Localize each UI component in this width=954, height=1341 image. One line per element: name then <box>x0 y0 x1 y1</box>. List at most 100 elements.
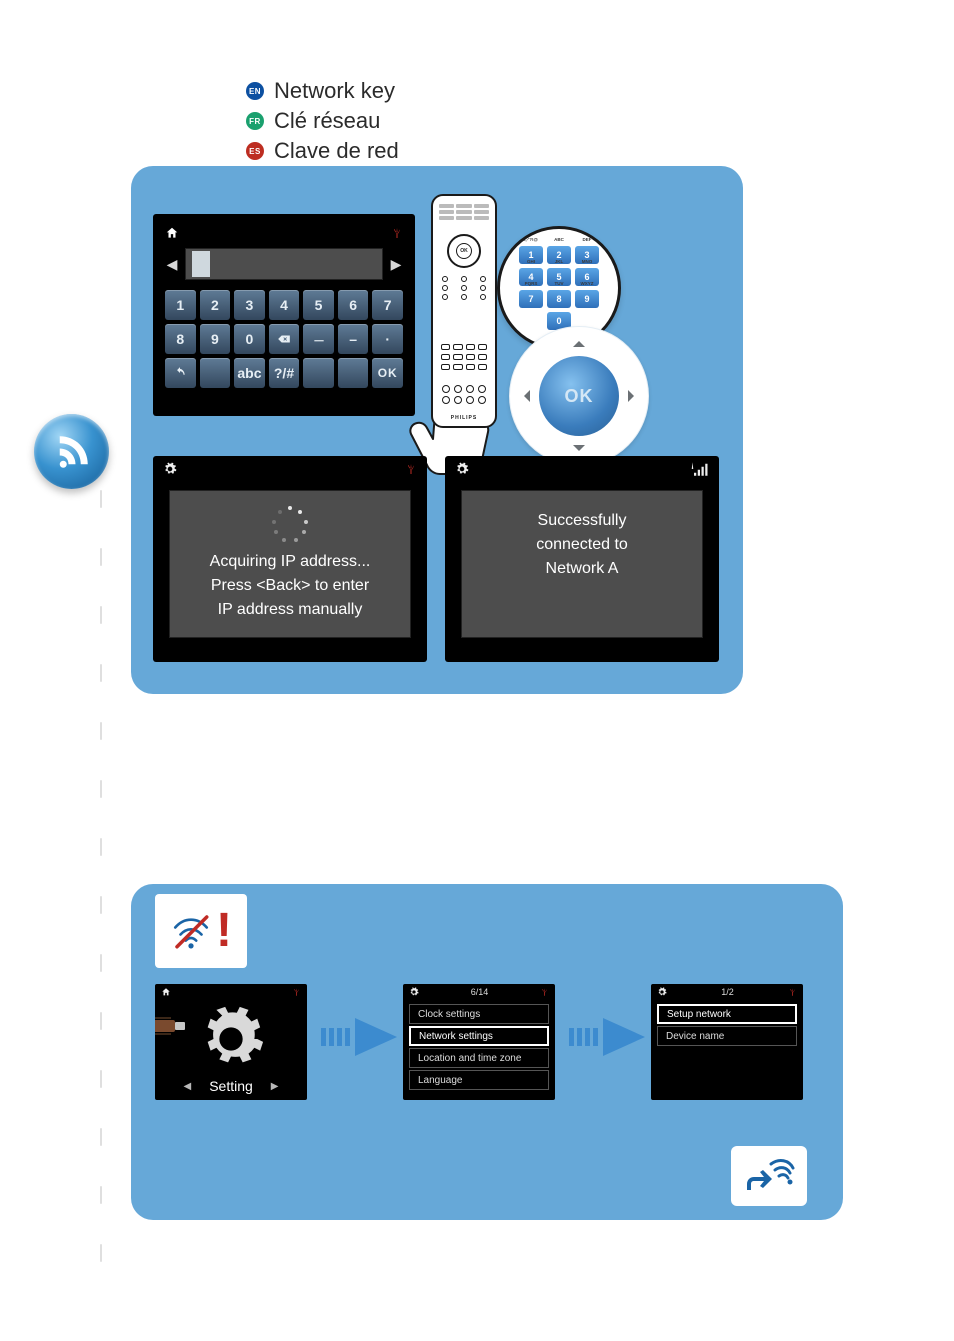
zoom-key-8[interactable]: TUV8 <box>547 290 571 308</box>
wifi-crossed-icon <box>170 910 212 952</box>
menu1-topbar: 6/14 <box>403 984 555 1000</box>
streamium-badge-icon <box>34 414 109 489</box>
menu2-counter: 1/2 <box>667 987 788 997</box>
setting-label-row: ◀ Setting ▶ <box>155 1078 307 1094</box>
key-8[interactable]: 8 <box>165 324 196 354</box>
nav-right-icon[interactable] <box>628 390 640 402</box>
mini-screen-menu-1: 6/14 Clock settings Network settings Loc… <box>403 984 555 1100</box>
menu1-item-language[interactable]: Language <box>409 1070 549 1090</box>
key-symbols[interactable]: ?/# <box>269 358 300 388</box>
menu2-list: Setup network Device name <box>651 1000 803 1052</box>
success-body: Successfully connected to Network A <box>461 490 703 638</box>
input-cursor <box>192 251 210 277</box>
lang-badge-fr: FR <box>246 112 264 130</box>
goto-wireless-card <box>731 1146 807 1206</box>
key-ok[interactable]: OK <box>372 358 403 388</box>
antenna-icon <box>540 987 549 997</box>
success-line1: Successfully <box>538 509 627 533</box>
nav-left-icon[interactable] <box>518 390 530 402</box>
zoom-key-9[interactable]: WXYZ9 <box>575 290 599 308</box>
key-dash[interactable]: – <box>338 324 369 354</box>
menu2-topbar: 1/2 <box>651 984 803 1000</box>
remote-nav-wheel[interactable]: OK <box>447 234 481 268</box>
network-key-input[interactable] <box>185 248 383 280</box>
setting-label: Setting <box>209 1078 253 1094</box>
mini-screen-menu-2: 1/2 Setup network Device name <box>651 984 803 1100</box>
key-5[interactable]: 5 <box>303 290 334 320</box>
acquiring-line2: Press <Back> to enter <box>211 574 369 598</box>
menu1-counter: 6/14 <box>419 987 540 997</box>
remote-ok-button[interactable]: OK <box>456 243 472 259</box>
menu1-item-location-timezone[interactable]: Location and time zone <box>409 1048 549 1068</box>
acquiring-body: Acquiring IP address... Press <Back> to … <box>169 490 411 638</box>
gear-icon <box>455 462 469 476</box>
remote-nav-ring: OK <box>509 326 649 466</box>
antenna-icon <box>292 987 301 997</box>
device-screen-keypad: ◀ ▶ 1 2 3 4 5 6 7 8 9 0 – · <box>153 214 415 416</box>
success-topbar <box>445 456 719 482</box>
key-9[interactable]: 9 <box>200 324 231 354</box>
signal-icon <box>691 462 709 476</box>
setting-arrow-left-icon[interactable]: ◀ <box>184 1081 192 1092</box>
key-4[interactable]: 4 <box>269 290 300 320</box>
acquiring-line3: IP address manually <box>218 598 363 622</box>
key-0[interactable]: 0 <box>234 324 265 354</box>
nav-up-icon[interactable] <box>573 335 585 347</box>
home-icon[interactable] <box>165 226 179 240</box>
legend-row-en: EN Network key <box>246 78 399 104</box>
entry-arrow-right-icon[interactable]: ▶ <box>389 256 403 273</box>
spinner-icon <box>272 506 308 542</box>
device-screen-success: Successfully connected to Network A <box>445 456 719 662</box>
key-blank-3[interactable] <box>338 358 369 388</box>
keypad-topbar <box>165 224 403 242</box>
key-space[interactable] <box>303 324 334 354</box>
legend-row-fr: FR Clé réseau <box>246 108 399 134</box>
device-screen-acquiring: Acquiring IP address... Press <Back> to … <box>153 456 427 662</box>
success-line3: Network A <box>546 557 619 581</box>
legend-callout: EN Network key FR Clé réseau ES Clave de… <box>246 78 399 168</box>
panel-main: ◀ ▶ 1 2 3 4 5 6 7 8 9 0 – · <box>131 166 743 694</box>
key-7[interactable]: 7 <box>372 290 403 320</box>
key-blank-1[interactable] <box>200 358 231 388</box>
mini-screen-setting: ◀ Setting ▶ <box>155 984 307 1100</box>
acquiring-topbar <box>153 456 427 482</box>
gear-icon <box>163 462 177 476</box>
key-6[interactable]: 6 <box>338 290 369 320</box>
key-1[interactable]: 1 <box>165 290 196 320</box>
antenna-icon <box>405 462 417 476</box>
acquiring-line1: Acquiring IP address... <box>210 550 371 574</box>
menu1-item-clock-settings[interactable]: Clock settings <box>409 1004 549 1024</box>
page-edge-dots <box>100 490 102 1290</box>
key-dot[interactable]: · <box>372 324 403 354</box>
lang-badge-es: ES <box>246 142 264 160</box>
menu1-item-network-settings[interactable]: Network settings <box>409 1026 549 1046</box>
no-connection-card: ! <box>155 894 247 968</box>
setting-gear-graphic <box>167 1006 295 1072</box>
legend-row-es: ES Clave de red <box>246 138 399 164</box>
legend-text-en: Network key <box>274 78 395 104</box>
key-blank-2[interactable] <box>303 358 334 388</box>
key-abc[interactable]: abc <box>234 358 265 388</box>
menu2-item-setup-network[interactable]: Setup network <box>657 1004 797 1024</box>
remote-brand-label: PHILIPS <box>433 415 495 421</box>
key-3[interactable]: 3 <box>234 290 265 320</box>
entry-arrow-left-icon[interactable]: ◀ <box>165 256 179 273</box>
legend-text-es: Clave de red <box>274 138 399 164</box>
nav-ok-button[interactable]: OK <box>539 356 619 436</box>
key-undo[interactable] <box>165 358 196 388</box>
remote-mid-buttons <box>437 276 491 300</box>
antenna-icon <box>788 987 797 997</box>
remote-zoom-keypad: .,-'?!@1 ABC2 DEF3 GHI4 JKL5 MNO6 PQRS7 … <box>519 246 599 330</box>
remote-control: OK PHILIPS <box>431 194 497 428</box>
zoom-key-7[interactable]: PQRS7 <box>519 290 543 308</box>
home-icon[interactable] <box>161 987 171 997</box>
menu1-list: Clock settings Network settings Location… <box>403 1000 555 1096</box>
key-2[interactable]: 2 <box>200 290 231 320</box>
menu2-item-device-name[interactable]: Device name <box>657 1026 797 1046</box>
setting-topbar <box>155 984 307 1000</box>
exclamation-icon: ! <box>216 907 232 955</box>
flow-arrow-icon <box>569 1014 645 1060</box>
gear-icon <box>409 987 419 997</box>
key-backspace[interactable] <box>269 324 300 354</box>
setting-arrow-right-icon[interactable]: ▶ <box>271 1081 279 1092</box>
